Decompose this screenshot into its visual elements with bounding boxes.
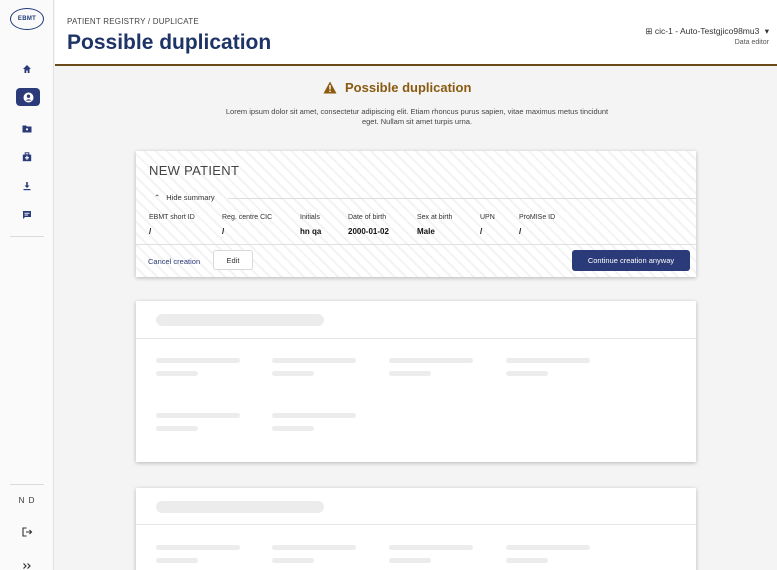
skeleton-line (272, 545, 356, 550)
page-title: Possible duplication (67, 31, 272, 54)
skeleton-line (156, 558, 198, 563)
chevron-down-icon: ▾ (764, 26, 769, 36)
loading-card (136, 488, 696, 570)
summary-value: / (480, 227, 483, 236)
summary-value: Male (417, 227, 435, 236)
user-initials[interactable]: N D (12, 496, 42, 505)
skeleton-line (506, 371, 548, 376)
folder-icon[interactable] (17, 119, 37, 137)
user-role: Data editor (734, 39, 769, 46)
skeleton-line (389, 358, 473, 363)
card-footer-divider (136, 244, 696, 245)
sidebar: EBMT N D (0, 0, 54, 570)
summary-column: Sex at birth Male (417, 214, 452, 236)
summary-column: ProMISe ID / (519, 214, 555, 236)
summary-column: EBMT short ID / (149, 214, 195, 236)
chevron-up-icon: ⌃ (154, 193, 161, 202)
skeleton-line (506, 558, 548, 563)
summary-label: Date of birth (348, 214, 387, 221)
cancel-creation-link[interactable]: Cancel creation (148, 257, 200, 266)
sidebar-bottom-divider (10, 484, 44, 485)
chat-icon[interactable] (17, 206, 37, 224)
warning-icon (323, 81, 337, 94)
summary-value: / (222, 227, 225, 236)
summary-label: ProMISe ID (519, 214, 556, 221)
summary-label: UPN (480, 214, 495, 221)
continue-creation-button[interactable]: Continue creation anyway (572, 250, 690, 271)
summary-divider (228, 198, 696, 199)
sidebar-divider (10, 236, 44, 237)
skeleton-line (389, 545, 473, 550)
skeleton-line (506, 358, 590, 363)
skeleton-line (272, 558, 314, 563)
logout-icon[interactable] (17, 523, 37, 541)
warning-title: Possible duplication (345, 80, 472, 95)
summary-label: Initials (300, 214, 320, 221)
warning-description: Lorem ipsum dolor sit amet, consectetur … (225, 107, 609, 126)
building-icon: ⊞ (645, 26, 653, 36)
skeleton-line (272, 413, 356, 418)
user-name-row: ⊞ cic-1 - Auto-Testgjico98mu3 ▾ (645, 26, 769, 37)
summary-value: hn qa (300, 227, 322, 236)
hide-summary-label: Hide summary (166, 193, 215, 202)
patient-icon[interactable] (16, 88, 40, 106)
skeleton-line (389, 558, 431, 563)
download-icon[interactable] (17, 177, 37, 195)
summary-column: Initials hn qa (300, 214, 321, 236)
ebmt-logo[interactable]: EBMT (10, 8, 44, 30)
new-patient-card: NEW PATIENT ⌃ Hide summary EBMT short ID… (136, 151, 696, 277)
summary-column: UPN / (480, 214, 495, 236)
loading-card (136, 301, 696, 462)
breadcrumb[interactable]: PATIENT REGISTRY / DUPLICATE (67, 17, 199, 26)
summary-column: Date of birth 2000-01-02 (348, 214, 389, 236)
summary-value: / (519, 227, 522, 236)
hide-summary-toggle[interactable]: ⌃ Hide summary (154, 193, 215, 202)
skeleton-title (156, 501, 324, 513)
skeleton-line (272, 426, 314, 431)
skeleton-line (506, 545, 590, 550)
user-name: cic-1 - Auto-Testgjico98mu3 (654, 26, 760, 36)
skeleton-line (389, 371, 431, 376)
medical-kit-icon[interactable] (17, 148, 37, 166)
summary-label: EBMT short ID (149, 214, 195, 221)
summary-column: Reg. centre CIC / (222, 214, 272, 236)
edit-button[interactable]: Edit (213, 250, 253, 270)
skeleton-line (156, 545, 240, 550)
summary-value: / (149, 227, 152, 236)
skeleton-line (272, 358, 356, 363)
user-menu[interactable]: ⊞ cic-1 - Auto-Testgjico98mu3 ▾ Data edi… (645, 26, 769, 46)
skeleton-title (156, 314, 324, 326)
skeleton-line (272, 371, 314, 376)
summary-value: 2000-01-02 (348, 227, 389, 236)
card-title: NEW PATIENT (149, 163, 240, 178)
skeleton-line (156, 371, 198, 376)
logo-text: EBMT (17, 16, 37, 22)
skeleton-line (156, 426, 198, 431)
skeleton-divider (136, 524, 696, 525)
skeleton-line (156, 413, 240, 418)
expand-icon[interactable] (17, 557, 37, 570)
home-icon[interactable] (17, 60, 37, 78)
skeleton-line (156, 358, 240, 363)
warning-heading: Possible duplication (323, 80, 471, 95)
skeleton-divider (136, 338, 696, 339)
page-header: PATIENT REGISTRY / DUPLICATE Possible du… (55, 0, 777, 66)
summary-label: Reg. centre CIC (222, 214, 273, 221)
summary-label: Sex at birth (417, 214, 453, 221)
